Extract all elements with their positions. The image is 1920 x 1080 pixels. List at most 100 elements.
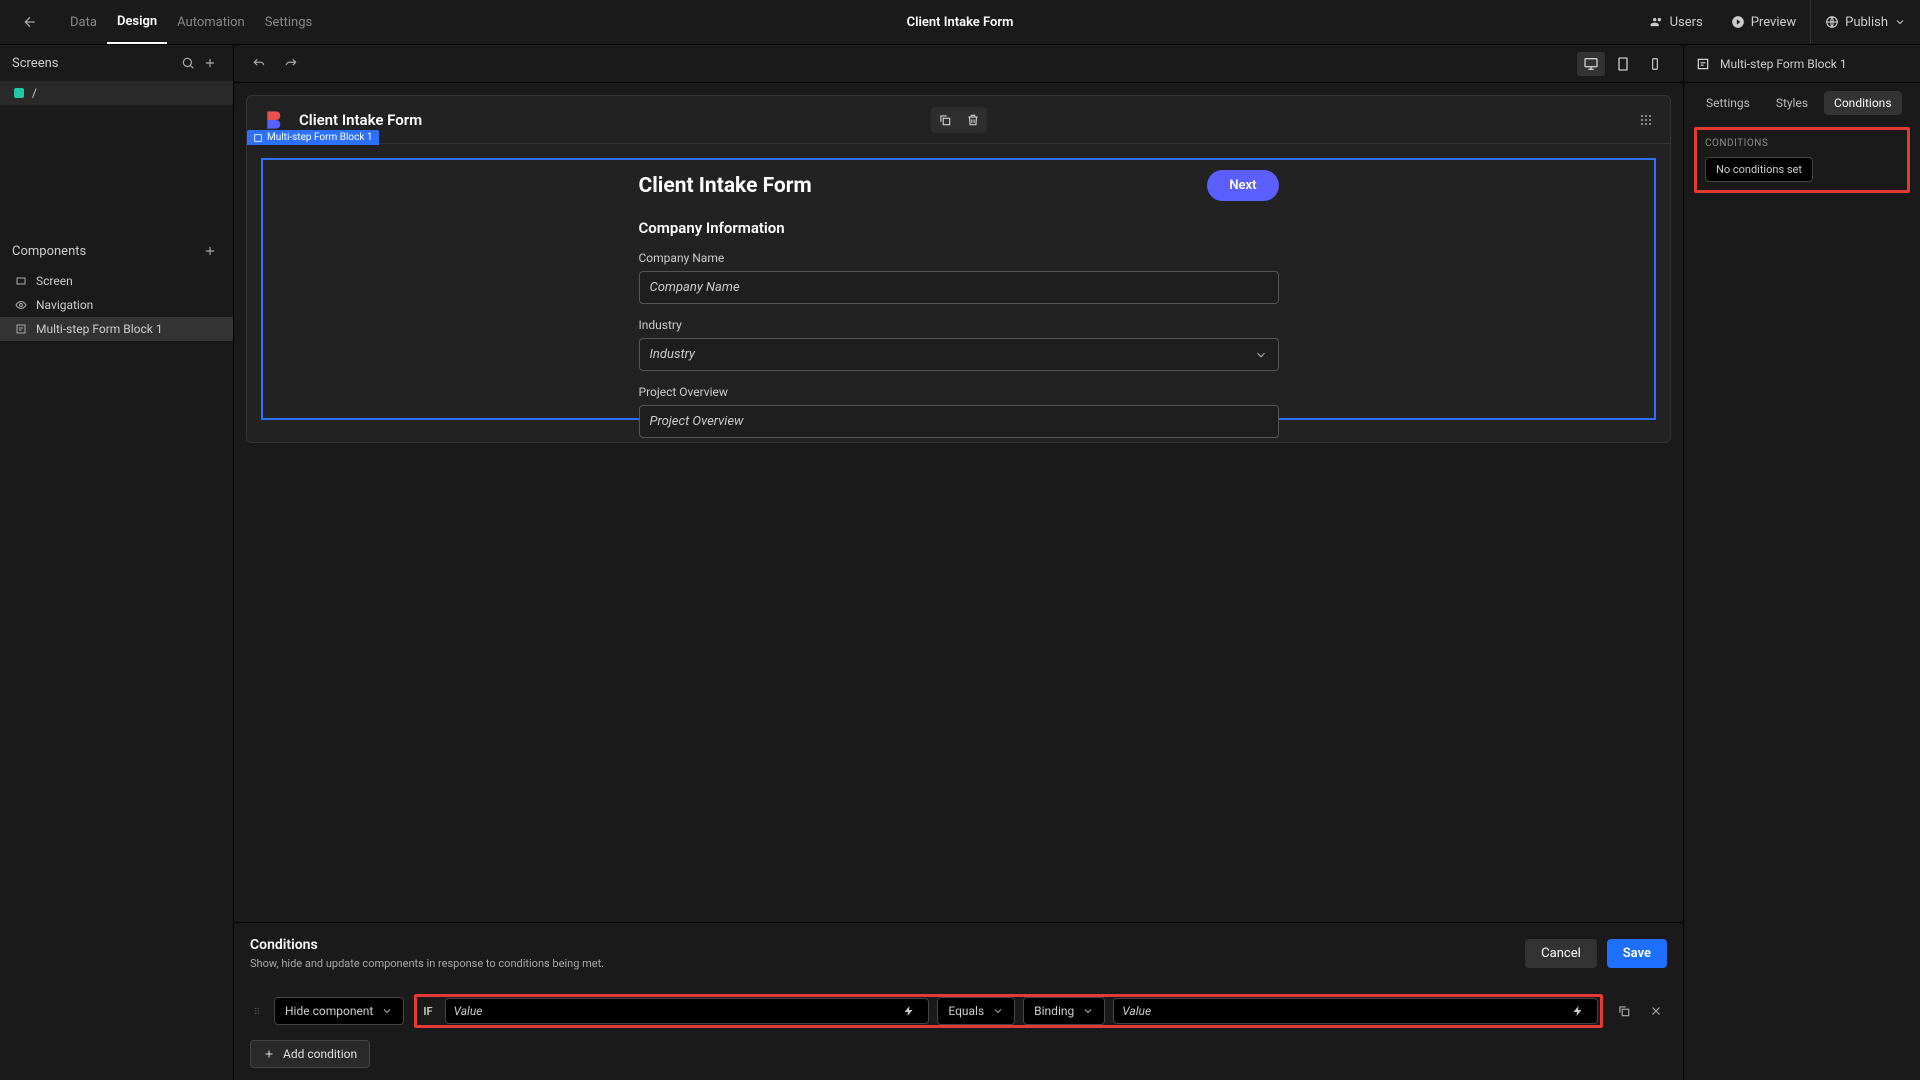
save-button[interactable]: Save xyxy=(1607,939,1667,968)
value-left-input[interactable]: Value xyxy=(445,998,930,1024)
grid-menu-button[interactable] xyxy=(1638,112,1654,128)
binding-select[interactable]: Binding xyxy=(1023,997,1105,1025)
rule-trailing-actions xyxy=(1613,1000,1667,1022)
no-conditions-button[interactable]: No conditions set xyxy=(1705,157,1813,182)
canvas-wrap: Client Intake Form Multi-step Form Block… xyxy=(234,83,1683,922)
form-icon xyxy=(14,322,28,336)
delete-button[interactable] xyxy=(959,107,987,133)
form-header-row: Client Intake Form Next xyxy=(639,170,1279,201)
component-label: Navigation xyxy=(36,298,93,312)
form-inner: Client Intake Form Next Company Informat… xyxy=(639,160,1279,443)
if-label: IF xyxy=(419,1005,436,1018)
device-mobile[interactable] xyxy=(1641,52,1669,76)
add-screen-button[interactable] xyxy=(199,52,221,74)
binding-button[interactable] xyxy=(1567,1000,1589,1022)
operator-select[interactable]: Equals xyxy=(937,997,1015,1025)
company-name-input[interactable]: Company Name xyxy=(639,271,1279,304)
screen-name: / xyxy=(32,86,37,100)
preview-label: Preview xyxy=(1751,15,1796,30)
publish-button[interactable]: Publish xyxy=(1810,0,1920,44)
redo-icon xyxy=(284,57,298,71)
conditions-editor-panel: Conditions Show, hide and update compone… xyxy=(234,922,1683,1080)
duplicate-rule-button[interactable] xyxy=(1613,1000,1635,1022)
rp-tab-settings[interactable]: Settings xyxy=(1696,91,1760,115)
component-form-block[interactable]: Multi-step Form Block 1 xyxy=(0,317,233,341)
page-title: Client Intake Form xyxy=(907,15,1014,30)
selected-component-name: Multi-step Form Block 1 xyxy=(1720,57,1847,71)
play-circle-icon xyxy=(1731,15,1745,29)
field-label: Company Name xyxy=(639,251,1279,265)
field-label: Project Overview xyxy=(639,385,1279,399)
close-icon xyxy=(1649,1004,1663,1018)
app-logo-icon xyxy=(263,107,289,133)
project-overview-input[interactable]: Project Overview xyxy=(639,405,1279,438)
topbar-left: Data Design Automation Settings xyxy=(0,0,322,44)
tab-design[interactable]: Design xyxy=(107,0,167,44)
chevron-down-icon xyxy=(992,1005,1004,1017)
add-component-button[interactable] xyxy=(199,240,221,262)
canvas: Client Intake Form Multi-step Form Block… xyxy=(246,95,1671,443)
value-placeholder: Value xyxy=(1122,1004,1151,1018)
remove-rule-button[interactable] xyxy=(1645,1000,1667,1022)
add-condition-button[interactable]: Add condition xyxy=(250,1040,370,1068)
block-tag: Multi-step Form Block 1 xyxy=(247,130,379,145)
left-panel: Screens / Components Screen xyxy=(0,45,234,1080)
block-tag-label: Multi-step Form Block 1 xyxy=(267,132,373,143)
form-tag-icon xyxy=(253,133,263,143)
preview-button[interactable]: Preview xyxy=(1717,0,1810,44)
conditions-actions: Cancel Save xyxy=(1525,939,1667,968)
drag-handle[interactable] xyxy=(250,1004,264,1018)
device-desktop[interactable] xyxy=(1577,52,1605,76)
component-screen[interactable]: Screen xyxy=(0,269,233,293)
cancel-button[interactable]: Cancel xyxy=(1525,939,1597,968)
grid-icon xyxy=(1638,112,1654,128)
back-button[interactable] xyxy=(18,10,42,34)
form-title: Client Intake Form xyxy=(639,174,812,198)
components-section: Components Screen Navigation Multi-step … xyxy=(0,233,233,341)
copy-icon xyxy=(1617,1004,1631,1018)
value-right-input[interactable]: Value xyxy=(1113,998,1598,1024)
rp-tab-styles[interactable]: Styles xyxy=(1766,91,1818,115)
users-button[interactable]: Users xyxy=(1636,0,1717,44)
center-toolbar xyxy=(234,45,1683,83)
duplicate-button[interactable] xyxy=(931,107,959,133)
component-navigation[interactable]: Navigation xyxy=(0,293,233,317)
component-label: Multi-step Form Block 1 xyxy=(36,322,163,336)
plus-icon xyxy=(203,56,217,70)
search-screens-button[interactable] xyxy=(177,52,199,74)
action-select[interactable]: Hide component xyxy=(274,997,404,1025)
binding-label: Binding xyxy=(1034,1004,1074,1018)
device-group xyxy=(1577,52,1669,76)
tab-automation[interactable]: Automation xyxy=(167,0,255,44)
multi-step-form-block[interactable]: Multi-step Form Block 1 Client Intake Fo… xyxy=(261,158,1656,420)
users-label: Users xyxy=(1670,15,1703,30)
screen-item-root[interactable]: / xyxy=(0,81,233,105)
industry-select[interactable]: Industry xyxy=(639,338,1279,371)
binding-button[interactable] xyxy=(898,1000,920,1022)
undo-redo-group xyxy=(248,53,302,75)
top-tabs: Data Design Automation Settings xyxy=(60,0,322,44)
redo-button[interactable] xyxy=(280,53,302,75)
users-icon xyxy=(1650,15,1664,29)
rp-tab-conditions[interactable]: Conditions xyxy=(1824,91,1901,115)
canvas-header-actions xyxy=(931,107,987,133)
next-button[interactable]: Next xyxy=(1207,170,1278,201)
conditions-subtitle: Show, hide and update components in resp… xyxy=(250,957,604,970)
globe-icon xyxy=(1825,15,1839,29)
undo-button[interactable] xyxy=(248,53,270,75)
chevron-down-icon xyxy=(1894,16,1906,28)
search-icon xyxy=(181,56,195,70)
add-condition-label: Add condition xyxy=(283,1047,357,1061)
publish-label: Publish xyxy=(1845,15,1888,30)
undo-icon xyxy=(252,57,266,71)
right-panel: Multi-step Form Block 1 Settings Styles … xyxy=(1683,45,1920,1080)
action-select-label: Hide component xyxy=(285,1004,373,1018)
screen-color-swatch xyxy=(14,88,24,98)
plus-icon xyxy=(263,1048,275,1060)
tab-data[interactable]: Data xyxy=(60,0,107,44)
device-tablet[interactable] xyxy=(1609,52,1637,76)
tab-settings[interactable]: Settings xyxy=(255,0,322,44)
condition-rule-row: Hide component IF Value Equals Binding xyxy=(234,984,1683,1028)
mobile-icon xyxy=(1648,57,1662,71)
condition-expression-box: IF Value Equals Binding Value xyxy=(414,994,1603,1028)
